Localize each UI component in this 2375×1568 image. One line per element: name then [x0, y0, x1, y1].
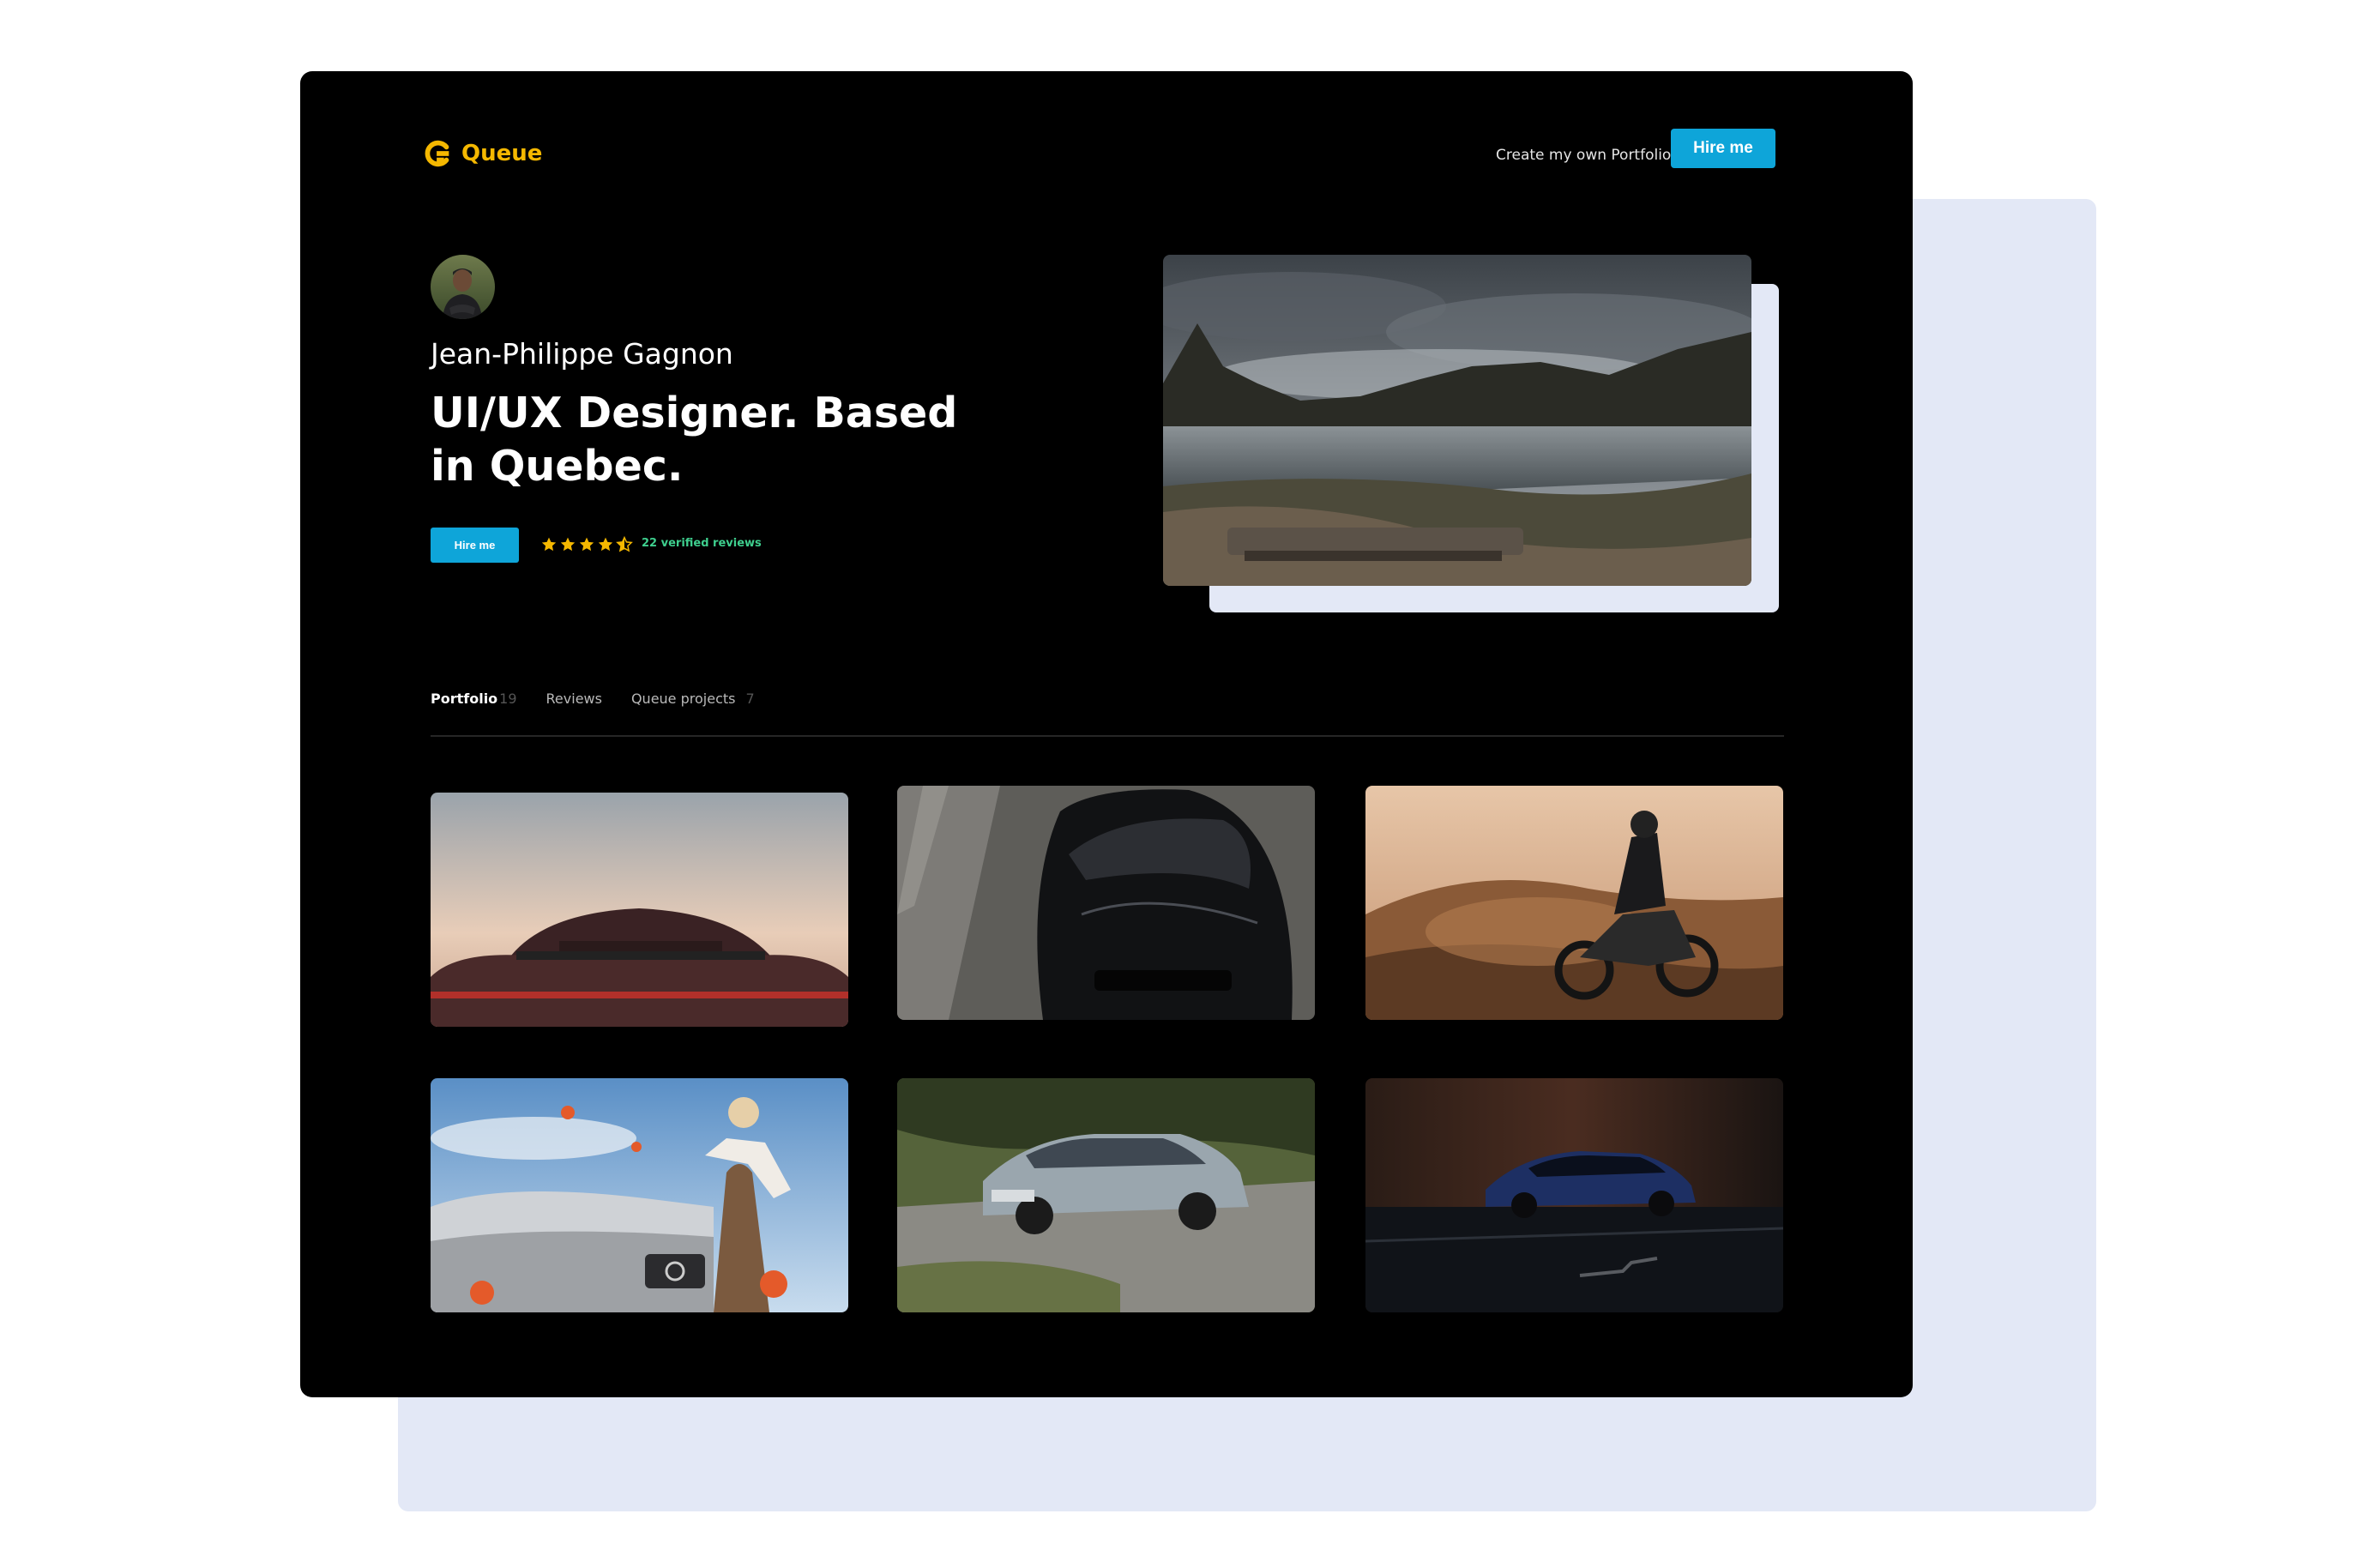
profile-photo [431, 255, 495, 319]
portfolio-item[interactable] [1365, 1078, 1783, 1312]
black-sports-car-top-view-photo [897, 786, 1315, 1020]
porsche-rear-photo [431, 793, 848, 1027]
motorcycle-dune-sunset-photo [1365, 786, 1783, 1020]
brand-name: Queue [461, 141, 543, 166]
hero-image [1163, 255, 1751, 586]
portfolio-item[interactable] [431, 793, 848, 1027]
portfolio-item[interactable] [897, 1078, 1315, 1312]
tab-reviews-label: Reviews [546, 691, 602, 707]
tabs-divider [431, 735, 1784, 737]
hire-me-button[interactable]: Hire me [431, 528, 519, 563]
vintage-bmw-coupe-photo [897, 1078, 1315, 1312]
star-icon [598, 537, 613, 552]
lake-landscape-photo [1163, 255, 1751, 586]
star-icon [560, 537, 576, 552]
brand-logo[interactable]: Queue [422, 131, 542, 176]
create-portfolio-link[interactable]: Create my own Portfolio [1496, 140, 1671, 171]
profile-name: Jean-Philippe Gagnon [431, 337, 733, 371]
tab-queue-projects-count: 7 [745, 691, 755, 707]
avatar [431, 255, 495, 319]
blue-sedan-night-photo [1365, 1078, 1783, 1312]
tab-portfolio[interactable]: Portfolio 19 [431, 691, 517, 707]
tab-queue-projects-label: Queue projects [630, 691, 736, 707]
portfolio-item[interactable] [431, 1078, 848, 1312]
queue-logo-icon [425, 140, 449, 167]
verified-reviews-link[interactable]: 22 verified reviews [642, 537, 762, 550]
tab-portfolio-label: Portfolio [431, 691, 498, 707]
half-star-icon [616, 536, 633, 552]
portfolio-item[interactable] [1365, 786, 1783, 1020]
star-icon [579, 537, 594, 552]
volvo-woman-flowers-photo [431, 1078, 848, 1312]
profile-headline: UI/UX Designer. Based in Quebec. [431, 389, 958, 491]
tab-reviews[interactable]: Reviews [546, 691, 602, 707]
tab-portfolio-count: 19 [499, 691, 517, 707]
rating-stars [540, 536, 633, 553]
star-icon [541, 537, 557, 552]
tab-queue-projects[interactable]: Queue projects 7 [631, 691, 755, 707]
profile-tabs: Portfolio 19 Reviews Queue projects 7 [431, 691, 755, 707]
portfolio-item[interactable] [897, 786, 1315, 1020]
hire-me-header-button[interactable]: Hire me [1671, 129, 1775, 168]
portfolio-page: Queue Create my own Portfolio Hire me Je… [300, 71, 1913, 1397]
